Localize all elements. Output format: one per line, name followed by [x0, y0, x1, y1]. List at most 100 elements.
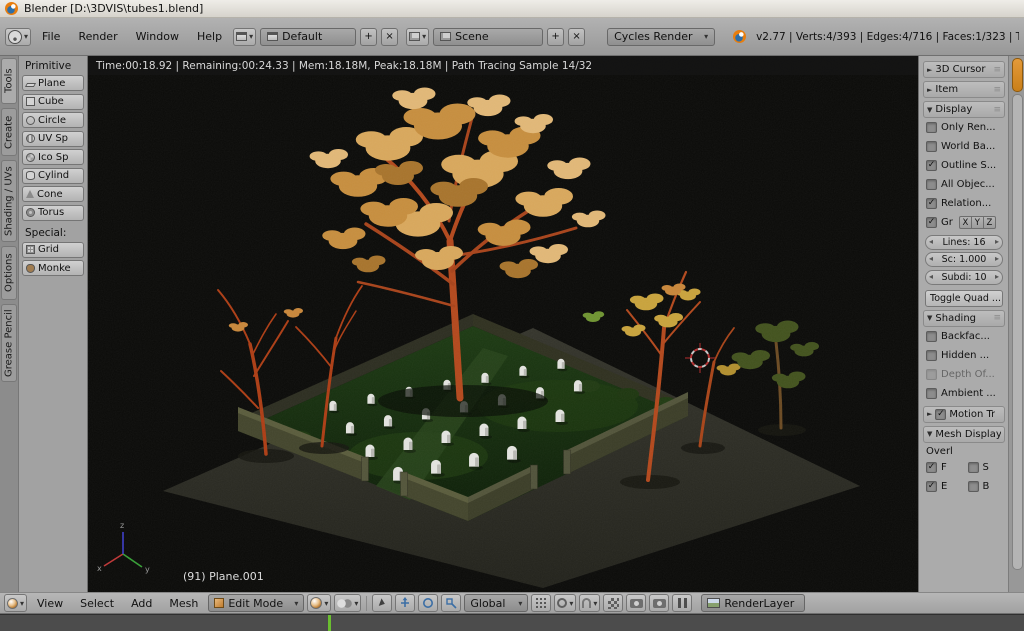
- ambient-occlusion-checkbox[interactable]: [926, 388, 937, 399]
- layout-browse-button[interactable]: ▾: [233, 28, 256, 46]
- scene-browse-button[interactable]: ▾: [406, 28, 429, 46]
- bevel-toggle[interactable]: B: [968, 481, 1006, 492]
- scale-manipulator-button[interactable]: [441, 594, 461, 612]
- grid-floor-row[interactable]: ✓ Gr X Y Z: [923, 213, 1005, 232]
- all-object-origins-row[interactable]: All Objec...: [923, 175, 1005, 194]
- menu-file[interactable]: File: [35, 28, 67, 45]
- snap-element-button[interactable]: [603, 594, 623, 612]
- add-monkey-button[interactable]: Monke: [22, 260, 84, 276]
- world-background-row[interactable]: World Ba...: [923, 137, 1005, 156]
- faces-toggle[interactable]: ✓ F: [926, 462, 964, 473]
- backface-culling-checkbox[interactable]: [926, 331, 937, 342]
- hidden-wire-checkbox[interactable]: [926, 350, 937, 361]
- add-torus-button[interactable]: Torus: [22, 205, 84, 221]
- menu-window[interactable]: Window: [129, 28, 186, 45]
- viewport-shading-select[interactable]: ▾: [307, 594, 331, 612]
- edges-checkbox[interactable]: ✓: [926, 481, 937, 492]
- hidden-wire-row[interactable]: Hidden ...: [923, 346, 1005, 365]
- render-engine-select[interactable]: Cycles Render ▾: [607, 28, 715, 46]
- stepper-right-icon[interactable]: ▸: [995, 254, 999, 263]
- stepper-left-icon[interactable]: ◂: [929, 237, 933, 246]
- scrollbar-thumb[interactable]: [1012, 94, 1023, 570]
- editor-type-button[interactable]: ▾: [5, 28, 31, 46]
- panel-item[interactable]: ► Item ≡: [923, 81, 1005, 98]
- menu-render[interactable]: Render: [71, 28, 124, 45]
- relationship-lines-row[interactable]: ✓ Relation...: [923, 194, 1005, 213]
- add-grid-button[interactable]: Grid: [22, 242, 84, 258]
- toggle-quad-view-button[interactable]: Toggle Quad ...: [925, 290, 1003, 307]
- grid-subdivisions-field[interactable]: ◂ Subdi: 10 ▸: [925, 270, 1003, 285]
- panel-display[interactable]: ▼ Display ≡: [923, 101, 1005, 118]
- panel-grip-icon[interactable]: ≡: [993, 65, 1001, 75]
- add-scene-button[interactable]: +: [547, 28, 564, 46]
- menu-help[interactable]: Help: [190, 28, 229, 45]
- opengl-render-button[interactable]: [626, 594, 646, 612]
- timeline-playhead[interactable]: [328, 615, 331, 631]
- backface-culling-row[interactable]: Backfac...: [923, 327, 1005, 346]
- screen-layout-field[interactable]: Default: [260, 28, 356, 46]
- translate-manipulator-button[interactable]: [395, 594, 415, 612]
- scrollbar-thumb-highlight[interactable]: [1012, 58, 1023, 92]
- stepper-right-icon[interactable]: ▸: [995, 237, 999, 246]
- tab-tools[interactable]: Tools: [1, 58, 17, 104]
- menu-add[interactable]: Add: [124, 595, 159, 612]
- add-cube-button[interactable]: Cube: [22, 94, 84, 110]
- add-uv-sphere-button[interactable]: UV Sp: [22, 131, 84, 147]
- tab-grease-pencil[interactable]: Grease Pencil: [1, 304, 17, 382]
- menu-view[interactable]: View: [30, 595, 70, 612]
- menu-mesh[interactable]: Mesh: [162, 595, 205, 612]
- edges-toggle[interactable]: ✓ E: [926, 481, 964, 492]
- rotate-manipulator-button[interactable]: [418, 594, 438, 612]
- sharp-checkbox[interactable]: [968, 462, 979, 473]
- pivot-point-select[interactable]: ▾: [334, 594, 361, 612]
- panel-3d-cursor[interactable]: ► 3D Cursor ≡: [923, 61, 1005, 78]
- timeline-strip[interactable]: [0, 614, 1024, 631]
- tab-create[interactable]: Create: [1, 108, 17, 156]
- pause-render-button[interactable]: [672, 594, 692, 612]
- manipulator-toggle-button[interactable]: [372, 594, 392, 612]
- add-circle-button[interactable]: Circle: [22, 112, 84, 128]
- panel-motion-tracking[interactable]: ► ✓ Motion Tr: [923, 406, 1005, 423]
- grid-scale-field[interactable]: ◂ Sc: 1.000 ▸: [925, 252, 1003, 267]
- all-object-origins-checkbox[interactable]: [926, 179, 937, 190]
- panel-grip-icon[interactable]: ≡: [993, 85, 1001, 95]
- 3d-viewport[interactable]: Time:00:18.92 | Remaining:00:24.33 | Mem…: [88, 56, 918, 592]
- sharp-toggle[interactable]: S: [968, 462, 1006, 473]
- close-scene-button[interactable]: ×: [568, 28, 585, 46]
- grid-floor-checkbox[interactable]: ✓: [926, 217, 937, 228]
- mode-select[interactable]: Edit Mode ▾: [208, 594, 304, 612]
- scene-field[interactable]: Scene: [433, 28, 543, 46]
- tab-shading-uvs[interactable]: Shading / UVs: [1, 160, 17, 242]
- add-cone-button[interactable]: Cone: [22, 186, 84, 202]
- outline-selected-row[interactable]: ✓ Outline S...: [923, 156, 1005, 175]
- tab-options[interactable]: Options: [1, 246, 17, 300]
- stepper-left-icon[interactable]: ◂: [929, 254, 933, 263]
- menu-select[interactable]: Select: [73, 595, 121, 612]
- motion-tracking-checkbox[interactable]: ✓: [935, 409, 946, 420]
- stepper-left-icon[interactable]: ◂: [929, 272, 933, 281]
- add-layout-button[interactable]: +: [360, 28, 377, 46]
- ambient-occlusion-row[interactable]: Ambient ...: [923, 384, 1005, 403]
- panel-grip-icon[interactable]: ≡: [993, 105, 1001, 115]
- panel-scrollbar[interactable]: [1008, 56, 1024, 592]
- panel-shading[interactable]: ▼ Shading ≡: [923, 310, 1005, 327]
- bevel-checkbox[interactable]: [968, 481, 979, 492]
- transform-orientation-select[interactable]: Global ▾: [464, 594, 528, 612]
- render-layer-select[interactable]: RenderLayer: [701, 594, 805, 612]
- add-plane-button[interactable]: Plane: [22, 75, 84, 91]
- stepper-right-icon[interactable]: ▸: [995, 272, 999, 281]
- only-render-checkbox[interactable]: [926, 122, 937, 133]
- outline-selected-checkbox[interactable]: ✓: [926, 160, 937, 171]
- grid-lines-field[interactable]: ◂ Lines: 16 ▸: [925, 235, 1003, 250]
- snap-select[interactable]: ▾: [579, 594, 600, 612]
- viewport-editor-type-button[interactable]: ▾: [4, 594, 27, 612]
- opengl-render-anim-button[interactable]: [649, 594, 669, 612]
- panel-grip-icon[interactable]: ≡: [993, 313, 1001, 323]
- panel-mesh-display[interactable]: ▼ Mesh Display: [923, 426, 1005, 443]
- relationship-lines-checkbox[interactable]: ✓: [926, 198, 937, 209]
- add-ico-sphere-button[interactable]: Ico Sp: [22, 149, 84, 165]
- faces-checkbox[interactable]: ✓: [926, 462, 937, 473]
- proportional-edit-select[interactable]: ▾: [554, 594, 576, 612]
- close-layout-button[interactable]: ×: [381, 28, 398, 46]
- axis-z-toggle[interactable]: Z: [983, 216, 996, 229]
